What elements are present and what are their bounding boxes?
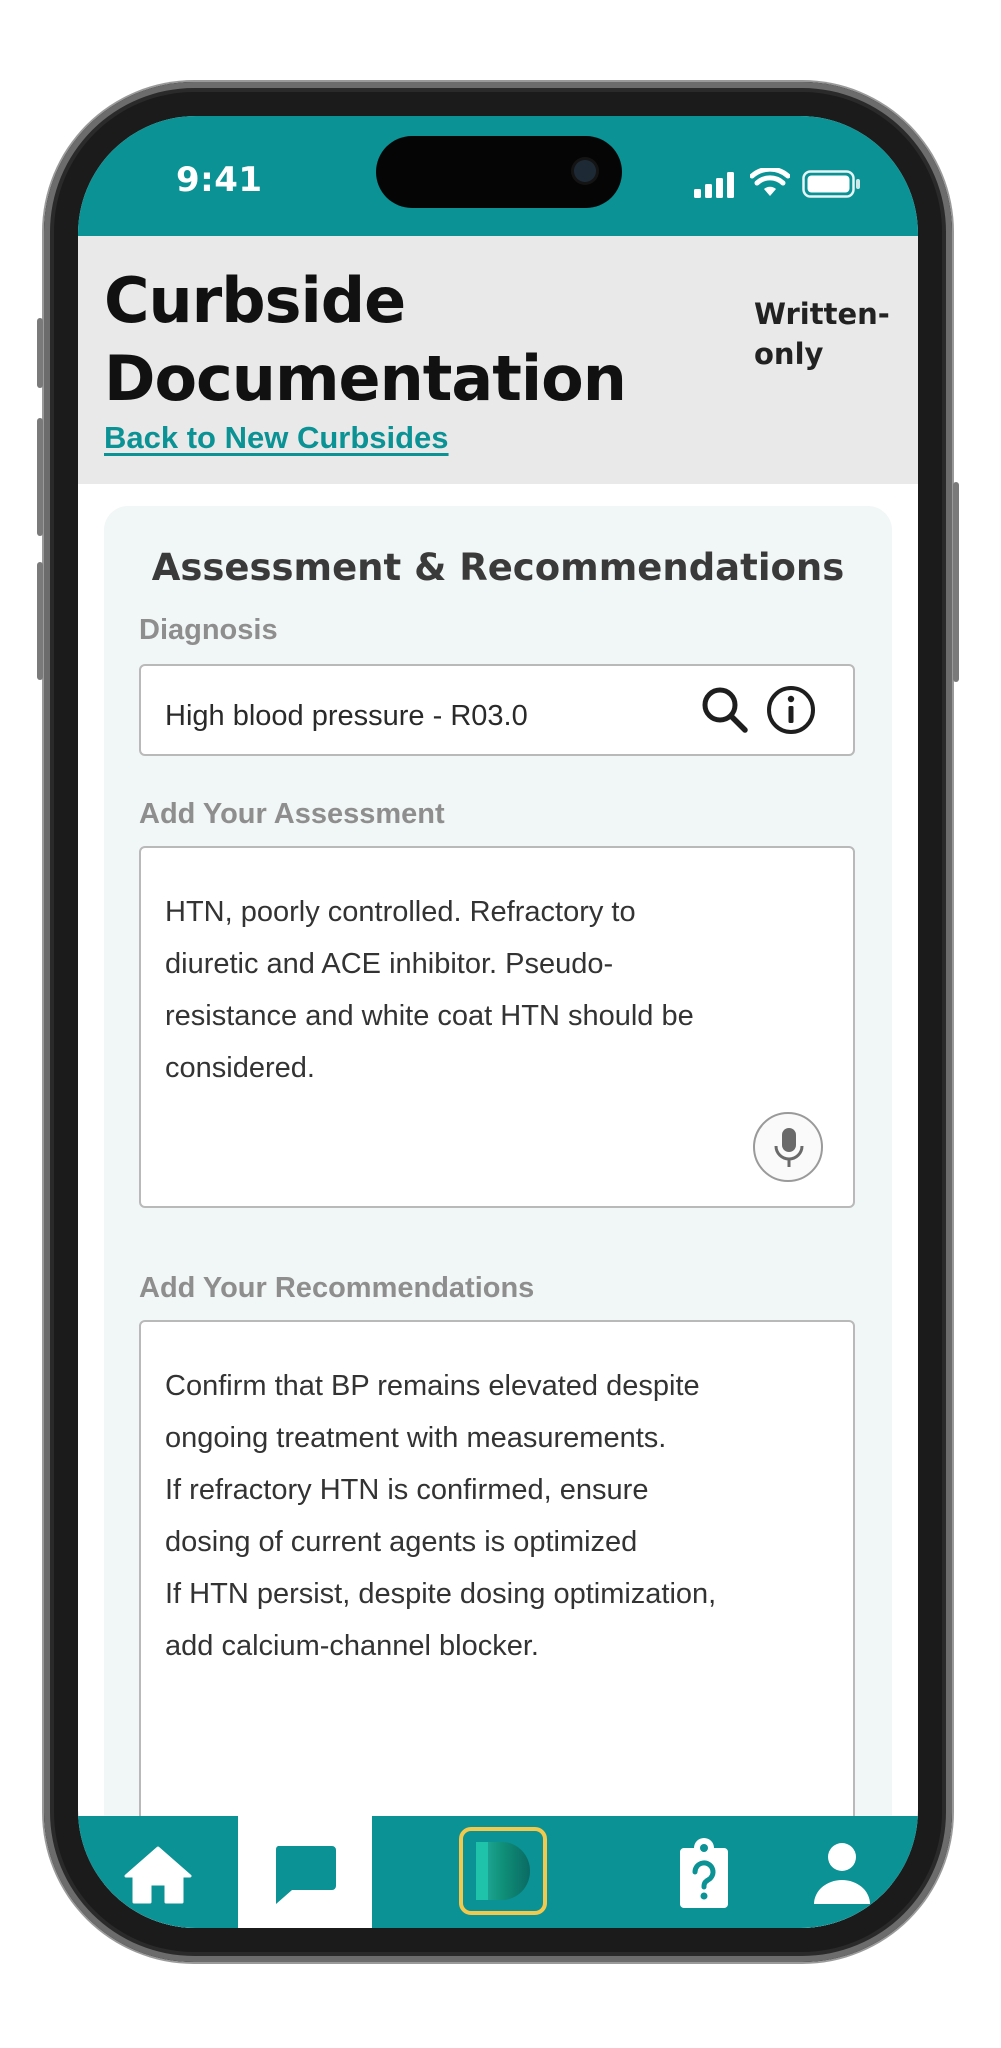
assessment-line: considered. [165,1052,315,1084]
diagnosis-field[interactable]: High blood pressure - R03.0 [139,664,855,756]
assessment-textarea[interactable]: HTN, poorly controlled. Refractory to di… [139,846,855,1208]
assessment-line: resistance and white coat HTN should be [165,1000,694,1032]
diagnosis-value: High blood pressure - R03.0 [165,700,528,732]
status-time: 9:41 [176,160,263,200]
tab-home[interactable] [78,1816,238,1928]
recommendations-text: Confirm that BP remains elevated despite… [165,1360,835,1672]
tab-app-logo[interactable] [372,1816,634,1928]
person-icon [814,1843,870,1904]
assessment-line: diuretic and ACE inhibitor. Pseudo- [165,948,614,980]
volume-down-button [37,562,43,680]
page-title-line2: Documentation [104,342,627,415]
home-icon [124,1846,192,1904]
mode-line1: Written- [754,297,890,331]
volume-up-button [37,418,43,536]
assessment-card: Assessment & Recommendations Diagnosis H… [104,506,892,1928]
page-title: Curbside Documentation [104,262,627,418]
screen: 9:41 Curbside Documentation Written- onl… [78,116,918,1928]
dynamic-island [376,136,622,208]
back-to-new-curbsides-link[interactable]: Back to New Curbsides [104,420,449,456]
chat-bubble-icon [275,1846,336,1904]
recommendation-line: If refractory HTN is confirmed, ensure [165,1474,649,1506]
tab-profile[interactable] [774,1816,918,1928]
assessment-label: Add Your Assessment [139,798,445,830]
app-logo-icon [459,1827,547,1915]
microphone-icon [774,1128,804,1167]
status-icons [694,168,864,200]
recommendation-line: dosing of current agents is optimized [165,1526,638,1558]
power-button [953,482,959,682]
mode-line2: only [754,337,824,371]
bottom-tab-bar [78,1816,918,1928]
page-header: Curbside Documentation Written- only Bac… [78,236,918,484]
assessment-line: HTN, poorly controlled. Refractory to [165,896,636,928]
diagnosis-label: Diagnosis [139,614,278,646]
recommendation-line: ongoing treatment with measurements. [165,1422,667,1454]
written-only-label: Written- only [754,294,904,374]
recommendations-label: Add Your Recommendations [139,1272,535,1304]
page-title-line1: Curbside [104,264,406,337]
info-icon[interactable] [763,682,819,738]
wifi-icon [750,168,790,196]
assessment-text: HTN, poorly controlled. Refractory to di… [165,886,835,1094]
card-title: Assessment & Recommendations [151,546,845,589]
silent-switch [37,318,43,388]
search-icon[interactable] [697,682,753,738]
recommendation-line: add calcium-channel blocker. [165,1630,539,1662]
recommendation-line: If HTN persist, despite dosing optimizat… [165,1578,717,1610]
battery-icon [802,170,860,198]
recommendation-line: Confirm that BP remains elevated despite [165,1370,700,1402]
tab-questions[interactable] [634,1816,774,1928]
camera-icon [574,160,596,182]
phone-frame: 9:41 Curbside Documentation Written- onl… [37,82,959,1962]
signal-icon [694,172,734,198]
clipboard-question-icon [680,1838,728,1908]
tab-curbsides[interactable] [238,1816,372,1928]
microphone-button[interactable] [753,1112,823,1182]
status-bar: 9:41 [78,116,918,236]
